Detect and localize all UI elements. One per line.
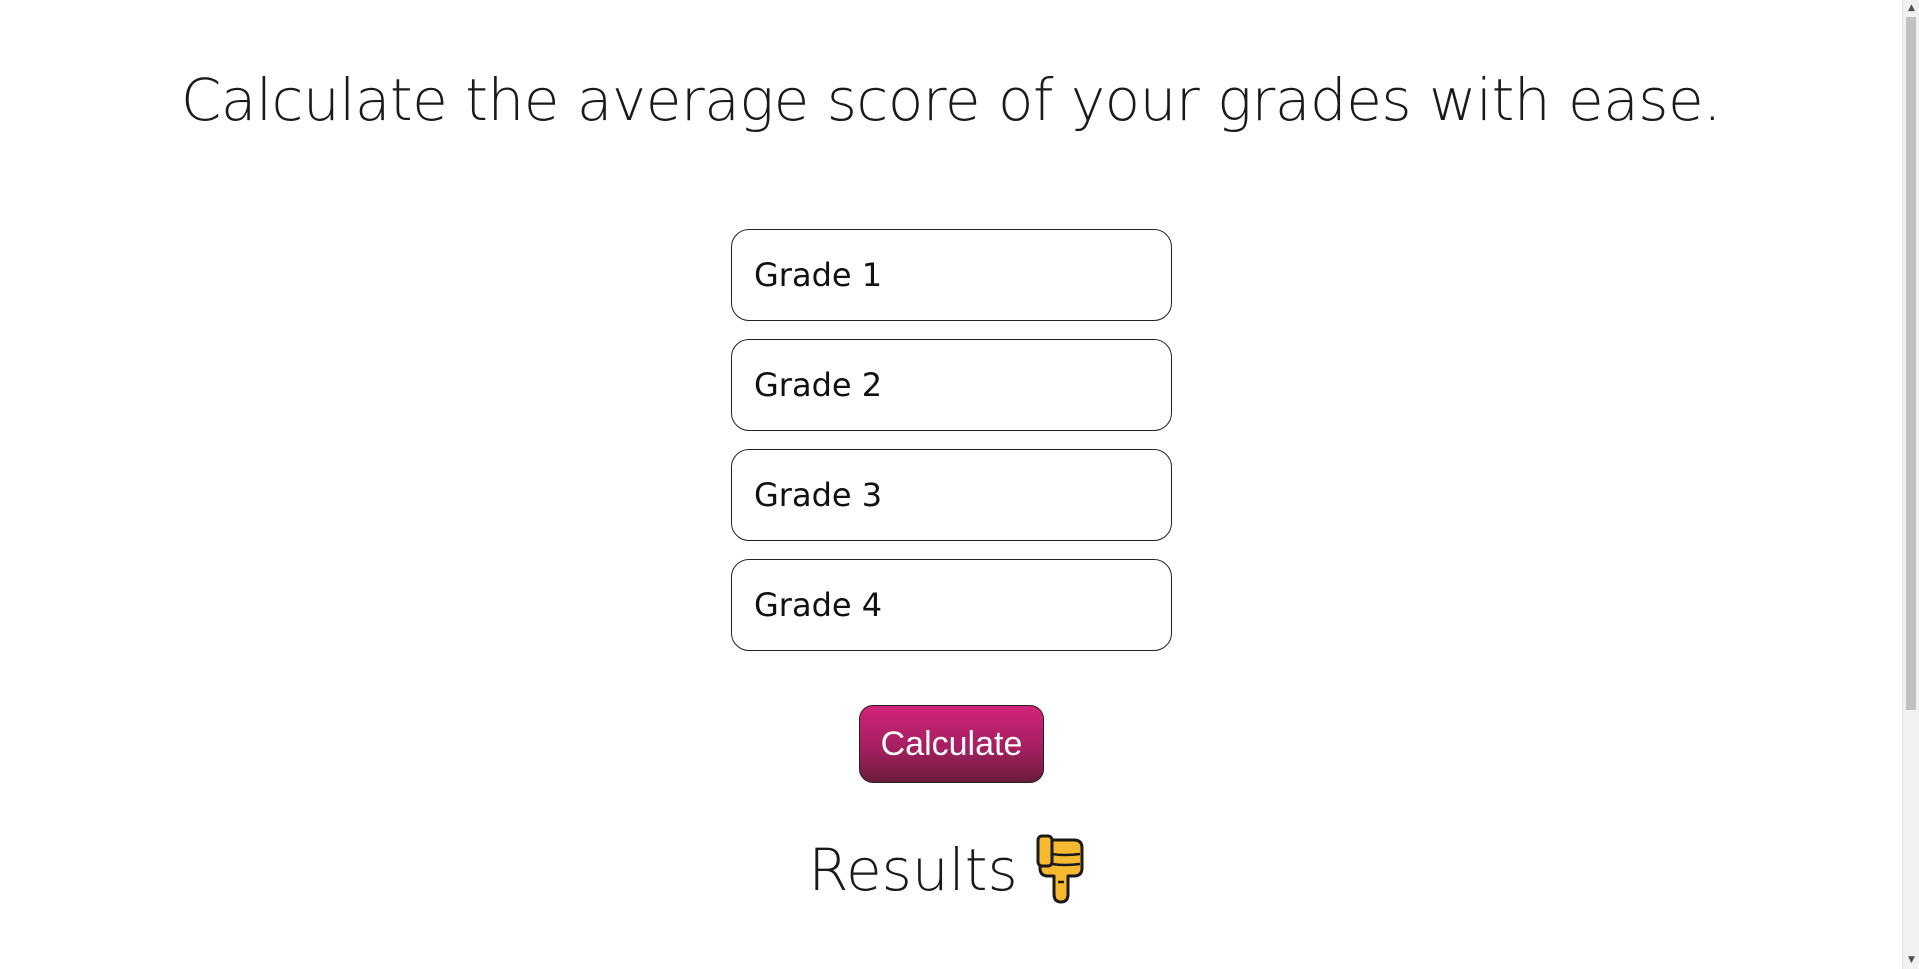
vertical-scrollbar[interactable]: ▲ ▼ bbox=[1902, 0, 1919, 969]
grade-1-input[interactable] bbox=[731, 229, 1172, 321]
grade-3-input[interactable] bbox=[731, 449, 1172, 541]
scrollbar-thumb[interactable] bbox=[1906, 17, 1916, 710]
grade-4-input[interactable] bbox=[731, 559, 1172, 651]
results-heading: Results bbox=[0, 832, 1902, 910]
grade-2-input[interactable] bbox=[731, 339, 1172, 431]
results-label: Results bbox=[808, 836, 1018, 904]
scroll-down-arrow-icon[interactable]: ▼ bbox=[1903, 952, 1919, 969]
scroll-up-arrow-icon[interactable]: ▲ bbox=[1903, 0, 1919, 17]
calculate-button[interactable]: Calculate bbox=[859, 705, 1044, 783]
page: Calculate the average score of your grad… bbox=[0, 0, 1902, 969]
pointing-down-hand-icon bbox=[1034, 834, 1094, 906]
page-title: Calculate the average score of your grad… bbox=[180, 66, 1722, 134]
grades-form bbox=[731, 229, 1172, 669]
